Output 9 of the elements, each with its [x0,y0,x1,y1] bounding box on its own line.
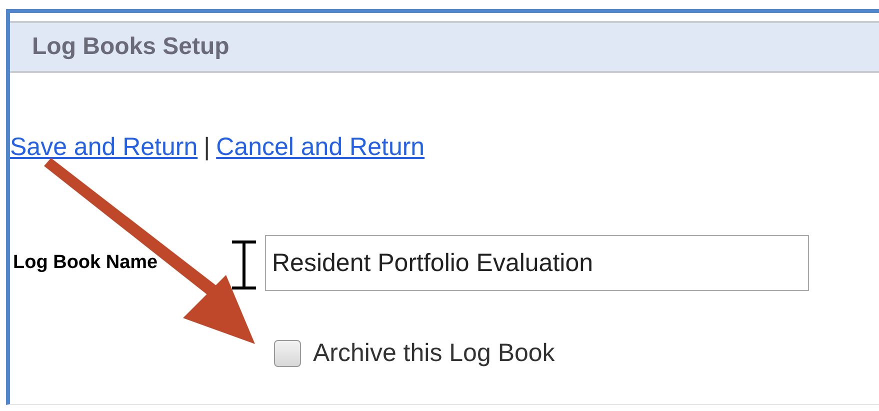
archive-checkbox[interactable] [274,340,301,368]
archive-label: Archive this Log Book [313,338,555,369]
field-label: Log Book Name [13,250,158,275]
name-input-field[interactable]: Resident Portfolio Evaluation [265,235,809,291]
i-beam-cursor-icon [229,240,259,290]
link-separator: | [204,132,210,164]
save-link[interactable]: Save and Return [10,129,198,167]
cancel-link[interactable]: Cancel and Return [216,129,425,167]
page-title: Log Books Setup [32,32,230,62]
